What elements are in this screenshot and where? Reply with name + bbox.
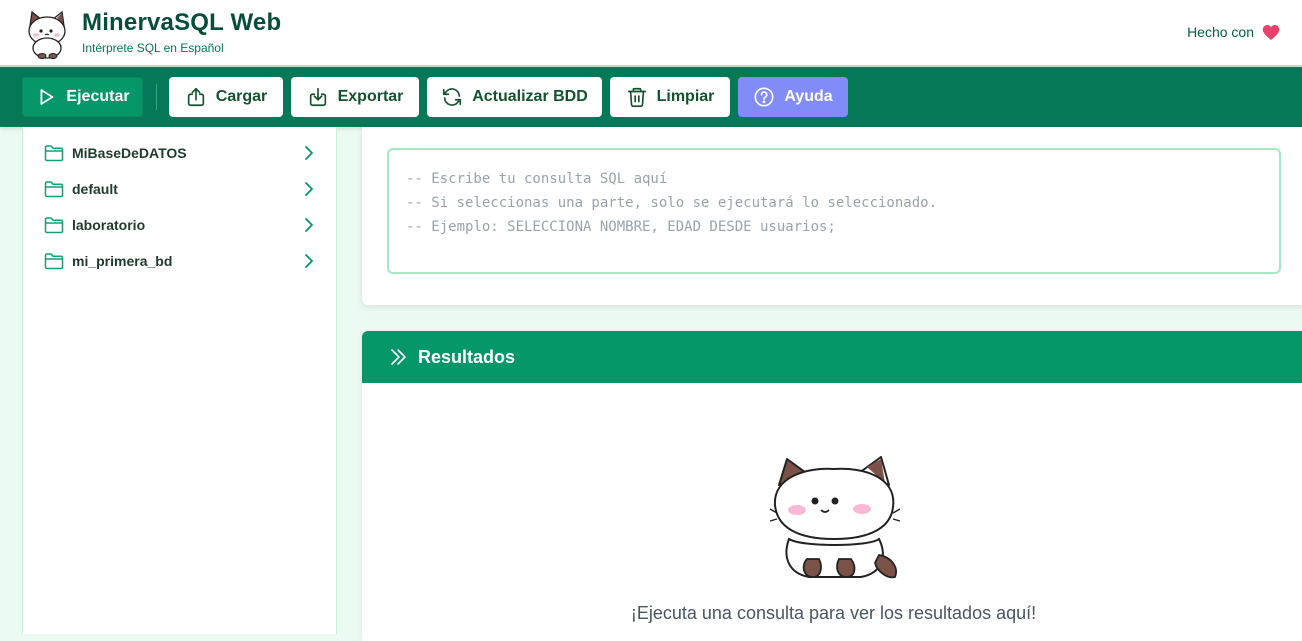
database-sidebar: MiBaseDeDATOS default laboratorio mi_pri… xyxy=(22,127,337,634)
help-label: Ayuda xyxy=(784,88,833,105)
sidebar-item-mibasededatos[interactable]: MiBaseDeDATOS xyxy=(23,135,336,171)
run-button[interactable]: Ejecutar xyxy=(22,77,143,117)
folder-icon xyxy=(44,253,64,270)
app-subtitle: Intérprete SQL en Español xyxy=(82,41,224,55)
cat-logo-icon xyxy=(28,10,66,59)
results-panel: Resultados ¡Ejecuta una consulta para ve… xyxy=(362,331,1302,641)
chevron-right-icon xyxy=(305,218,313,232)
db-label: default xyxy=(72,181,118,197)
help-button[interactable]: Ayuda xyxy=(738,77,848,117)
clear-label: Limpiar xyxy=(656,88,715,105)
editor-card: -- Escribe tu consulta SQL aquí -- Si se… xyxy=(362,127,1302,305)
trash-icon xyxy=(627,87,646,107)
refresh-icon xyxy=(443,88,462,106)
app-header: MinervaSQL Web Intérprete SQL en Español… xyxy=(0,0,1302,67)
download-icon xyxy=(309,87,326,107)
chevron-right-icon xyxy=(305,182,313,196)
results-header: Resultados xyxy=(362,331,1302,383)
folder-icon xyxy=(44,145,64,162)
sidebar-item-laboratorio[interactable]: laboratorio xyxy=(23,207,336,243)
results-empty-message: ¡Ejecuta una consulta para ver los resul… xyxy=(630,603,1037,623)
app-title: MinervaSQL Web xyxy=(82,9,282,36)
folder-icon xyxy=(44,181,64,198)
cat-mascot-icon xyxy=(769,456,901,579)
heart-icon xyxy=(1262,25,1280,40)
run-label: Ejecutar xyxy=(66,88,130,105)
refresh-label: Actualizar BDD xyxy=(472,88,588,105)
sidebar-item-mi-primera-bd[interactable]: mi_primera_bd xyxy=(23,243,336,279)
play-icon xyxy=(40,89,54,105)
db-label: MiBaseDeDATOS xyxy=(72,145,187,161)
clear-button[interactable]: Limpiar xyxy=(610,77,730,117)
toolbar: Ejecutar Cargar Exportar Actualizar BDD … xyxy=(0,67,1302,127)
db-label: mi_primera_bd xyxy=(72,253,173,269)
question-circle-icon xyxy=(754,87,774,107)
folder-icon xyxy=(44,217,64,234)
refresh-db-button[interactable]: Actualizar BDD xyxy=(427,77,602,117)
chevron-right-icon xyxy=(305,146,313,160)
sql-editor[interactable]: -- Escribe tu consulta SQL aquí -- Si se… xyxy=(387,148,1281,274)
upload-icon xyxy=(187,87,204,107)
double-chevron-icon xyxy=(391,349,406,365)
made-with-text: Hecho con xyxy=(1187,24,1254,40)
db-label: laboratorio xyxy=(72,217,146,233)
load-label: Cargar xyxy=(215,88,268,105)
export-button[interactable]: Exportar xyxy=(291,77,419,117)
chevron-right-icon xyxy=(305,254,313,268)
toolbar-divider xyxy=(156,84,157,110)
sidebar-item-default[interactable]: default xyxy=(23,171,336,207)
export-label: Exportar xyxy=(337,88,404,105)
results-title: Resultados xyxy=(418,347,516,367)
load-button[interactable]: Cargar xyxy=(169,77,283,117)
